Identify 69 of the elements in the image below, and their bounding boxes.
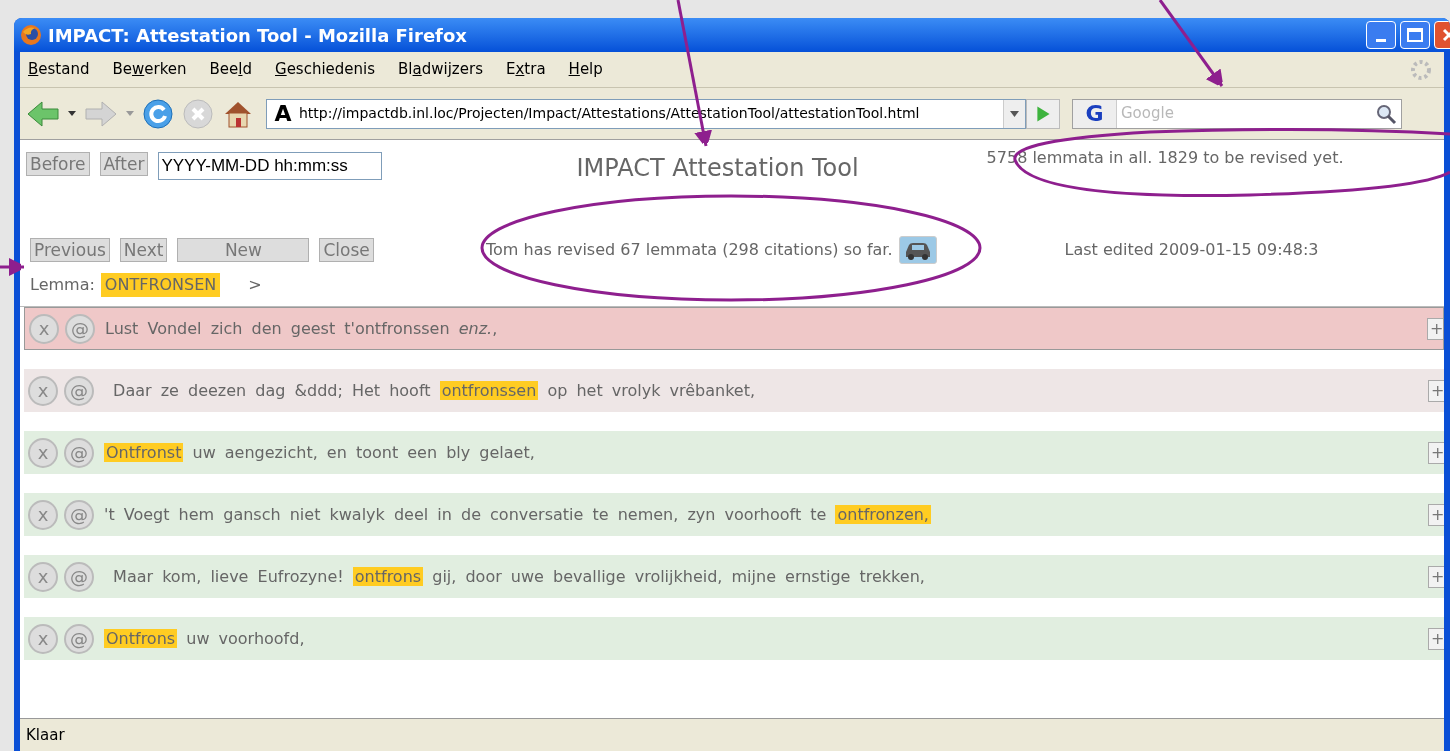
dropdown-caret-icon[interactable] <box>68 111 76 116</box>
nav-button[interactable]: New <box>177 238 310 262</box>
citation-button[interactable]: x <box>29 313 59 344</box>
citation-button[interactable]: x <box>28 561 58 592</box>
citation-row[interactable]: x @ Ontfronst uw aengezicht, en toont een bly gelaet, + <box>24 431 1444 474</box>
menu-item[interactable]: Bladwijzers <box>398 58 483 81</box>
minimize-icon <box>1376 39 1386 42</box>
citation-row[interactable]: x @ Maar kom, lieve Eufrozyne! ontfrons gij, door uwe bevallige vrolijkheid, mijne ernstige trekken, + <box>24 555 1444 598</box>
nav-button[interactable]: Previous <box>30 238 110 262</box>
citation-button[interactable]: @ <box>65 313 95 344</box>
citation-button[interactable]: @ <box>64 437 94 468</box>
window-title: IMPACT: Attestation Tool - Mozilla Firefox <box>48 23 467 48</box>
caret-icon <box>1010 110 1019 117</box>
next-lemma-link[interactable]: > <box>248 273 262 297</box>
site-identity-glyph[interactable]: A <box>267 97 299 130</box>
citation-text: Daar ze deezen dag &ddd; Het hooft ontfronssen op het vrolyk vrêbanket, <box>112 379 756 402</box>
page-title: IMPACT Attestation Tool <box>576 153 859 184</box>
url-dropdown-button[interactable] <box>1003 99 1025 128</box>
search-engine-glyph[interactable]: G <box>1073 99 1117 128</box>
citation-button[interactable]: x <box>28 623 58 654</box>
citation-text: Maar kom, lieve Eufrozyne! ontfrons gij, door uwe bevallige vrolijkheid, mijne ernstige trekken, <box>112 565 925 588</box>
maximize-icon <box>1407 28 1423 42</box>
citation-button[interactable]: @ <box>64 561 94 592</box>
nav-button[interactable]: Close <box>319 238 374 262</box>
expand-button[interactable]: + <box>1427 317 1443 340</box>
citation-button[interactable]: @ <box>64 623 94 654</box>
citation-text: Ontfrons uw voorhoofd, <box>104 627 305 650</box>
citation-text: Ontfronst uw aengezicht, en toont een bly gelaet, <box>104 441 535 464</box>
lemma-value: ONTFRONSEN <box>100 273 221 297</box>
time-button[interactable]: Before <box>26 152 90 176</box>
expand-button[interactable]: + <box>1428 503 1444 526</box>
menu-item[interactable]: Geschiedenis <box>275 58 376 81</box>
date-time-field[interactable]: YYYY-MM-DD hh:mm:ss <box>158 152 383 180</box>
status-text: Klaar <box>26 724 65 746</box>
citation-row[interactable]: x @ Daar ze deezen dag &ddd; Het hooft ontfronssen op het vrolyk vrêbanket, + <box>24 369 1444 412</box>
citation-row[interactable]: x @ Lust Vondel zich den geest t'ontfronssen enz., + <box>24 307 1444 350</box>
throbber-icon <box>1410 59 1432 81</box>
citation-button[interactable]: x <box>28 375 58 406</box>
lemma-label: Lemma: <box>30 274 95 296</box>
minimize-button[interactable] <box>1366 21 1396 49</box>
annotation-arrow <box>0 258 27 276</box>
menu-item[interactable]: Help <box>568 58 603 81</box>
citation-button[interactable]: @ <box>64 499 94 530</box>
expand-button[interactable]: + <box>1428 379 1444 402</box>
reload-icon[interactable] <box>142 97 174 130</box>
time-button[interactable]: After <box>99 152 149 176</box>
maximize-button[interactable] <box>1400 21 1430 49</box>
menu-item[interactable]: Extra <box>505 58 546 81</box>
car-button[interactable] <box>898 236 937 264</box>
menu-item[interactable]: Bewerken <box>112 58 187 81</box>
citation-button[interactable]: x <box>28 437 58 468</box>
citation-button[interactable]: @ <box>64 375 94 406</box>
expand-button[interactable]: + <box>1428 565 1444 588</box>
firefox-logo-icon <box>20 24 42 46</box>
back-arrow-icon[interactable] <box>26 98 60 129</box>
nav-button[interactable]: Next <box>119 238 168 262</box>
citation-row[interactable]: x @ Ontfrons uw voorhoofd, + <box>24 617 1444 660</box>
expand-button[interactable]: + <box>1428 627 1444 650</box>
search-field[interactable]: Google <box>1117 102 1357 125</box>
menu-item[interactable]: Bestand <box>28 58 90 81</box>
last-edited: Last edited 2009-01-15 09:48:3 <box>1064 239 1319 261</box>
citation-button[interactable]: x <box>28 499 58 530</box>
citation-text: 't Voegt hem gansch niet kwalyk deel in de conversatie te nemen, zyn voorhooft te ontfronzen, <box>104 503 931 526</box>
citation-row[interactable]: x @ 't Voegt hem gansch niet kwalyk deel in de conversatie te nemen, zyn voorhooft te ontfronzen, + <box>24 493 1444 536</box>
citation-text: Lust Vondel zich den geest t'ontfronssen enz., <box>105 317 498 340</box>
search-box[interactable]: G Google <box>1072 98 1402 129</box>
menu-item[interactable]: Beeld <box>209 58 252 81</box>
expand-button[interactable]: + <box>1428 441 1444 464</box>
search-icon[interactable] <box>1375 102 1397 125</box>
